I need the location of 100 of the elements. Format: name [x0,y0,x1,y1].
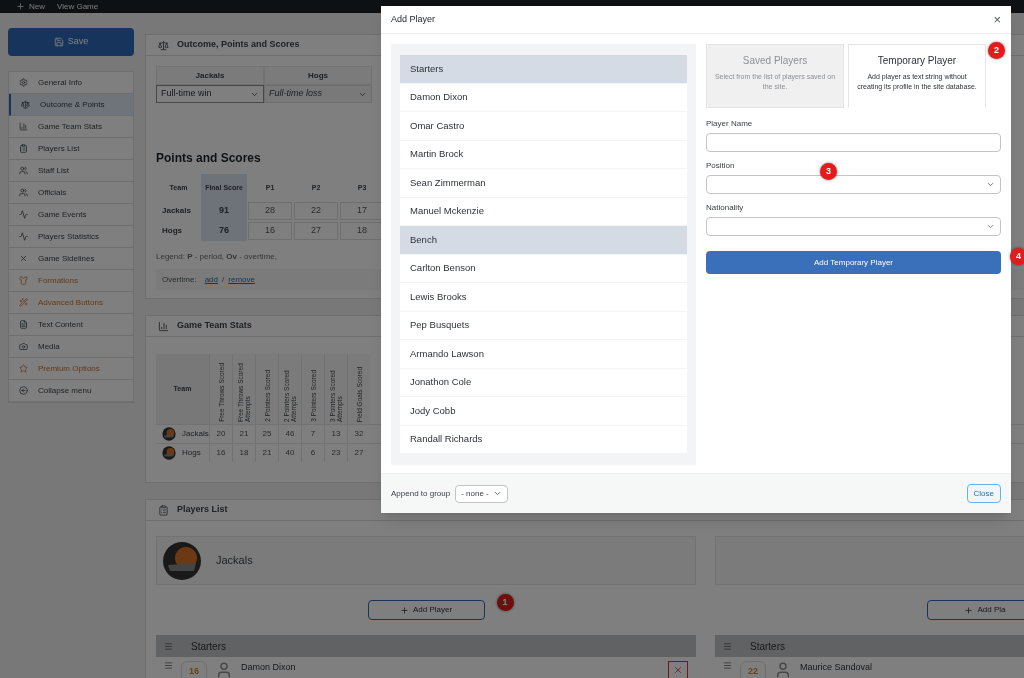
player-item[interactable]: Armando Lawson [400,340,687,368]
outcome-select[interactable]: Full-time win [156,85,264,103]
table-cell: 46 [278,425,301,443]
sidebar-item[interactable]: Game Events [9,204,133,226]
pulse-icon [19,232,28,241]
document-icon [19,320,28,329]
player-item[interactable]: Omar Castro [400,112,687,140]
score-input[interactable]: 16 [248,222,292,240]
score-input[interactable]: 22 [294,202,338,220]
drag-handle-icon[interactable] [164,661,173,670]
section-heading: Points and Scores [156,150,261,167]
team-logo-icon [162,540,202,581]
table-cell: 7 [301,425,324,443]
jersey-number: 16 [181,661,207,678]
player-item[interactable]: Pep Busquets [400,311,687,339]
group-title: Starters [750,639,785,654]
shirt-icon [19,276,28,285]
scale-icon [21,100,30,109]
step-badge: 3 [820,163,837,180]
modal-title: Add Player [391,12,436,26]
jersey-number: 22 [740,661,766,678]
star-icon [19,364,28,373]
drag-handle-icon[interactable] [723,641,732,651]
sidebar-item[interactable]: Game Team Stats [9,116,133,138]
top-bar-link[interactable]: View Game [57,0,99,13]
clipboard-icon [158,504,169,516]
sidebar-item[interactable]: Media [9,336,133,358]
table-cell: 40 [278,444,301,462]
player-item[interactable]: Martin Brock [400,140,687,168]
sidebar-item[interactable]: Outcome & Points [9,94,133,116]
sidebar-item[interactable]: Formations [9,270,133,292]
table-cell: 21 [255,444,278,462]
drag-handle-icon[interactable] [723,661,732,670]
player-item[interactable]: Jonathon Cole [400,368,687,396]
step-badge: 1 [496,594,514,611]
team-name: Hogs [182,447,201,459]
player-item[interactable]: Carlton Benson [400,254,687,282]
sidebar-item[interactable]: Premium Options [9,358,133,380]
table-cell: 20 [209,425,232,443]
player-item[interactable]: Sean Zimmerman [400,169,687,197]
close-button[interactable]: × [993,13,1001,26]
users-icon [19,166,28,175]
team-logo-icon [162,427,176,441]
player-item[interactable]: Damon Dixon [400,83,687,111]
player-item[interactable]: Randall Richards [400,425,687,453]
sidebar-item[interactable]: Players Statistics [9,226,133,248]
users-icon [19,188,28,197]
tab-title: Saved Players [742,54,808,68]
table-cell: 6 [301,444,324,462]
top-bar-link[interactable]: New [16,0,45,13]
chevron-down-icon [986,222,995,231]
remove-button[interactable] [668,661,688,678]
text-field[interactable] [706,133,1001,152]
bar-chart-icon [19,122,28,131]
select-field[interactable] [706,217,1001,236]
remove-link[interactable]: remove [228,273,255,286]
sidebar-item[interactable]: Staff List [9,160,133,182]
group-select[interactable]: - none - [455,484,508,503]
table-cell: 25 [255,425,278,443]
sidebar-item[interactable]: Advanced Buttons [9,292,133,314]
field-label: Position [706,160,735,172]
player-item[interactable]: Jody Cobb [400,397,687,425]
score-input[interactable]: 28 [248,202,292,220]
add-link[interactable]: add [204,273,219,286]
add-player-button[interactable]: Add Pla [926,600,1024,620]
group-item[interactable]: Starters [400,55,687,83]
sidebar-item[interactable]: Text Content [9,314,133,336]
pulse-icon [19,210,28,219]
sidebar-item[interactable]: Collapse menu [9,380,133,402]
player-item[interactable]: Lewis Brooks [400,283,687,311]
scale-icon [158,39,169,51]
table-cell: 18 [232,444,255,462]
gear-icon [19,78,28,87]
sidebar-item[interactable]: Players List [9,138,133,160]
field-label: Nationality [706,202,744,214]
plus-icon [16,2,25,11]
team-name: Jackals [182,428,209,440]
close-button[interactable]: Close [966,484,1001,503]
table-cell: 21 [232,425,255,443]
team-name: Hogs [161,225,183,237]
group-item[interactable]: Bench [400,226,687,254]
separator-text: / [222,273,225,286]
close-icon [673,665,683,675]
team-logo-icon [162,446,176,460]
final-score-cell: 76 [201,221,247,241]
score-input[interactable]: 17 [340,202,384,220]
save-button[interactable]: Save [8,28,134,56]
avatar-icon [215,661,233,678]
drag-handle-icon[interactable] [164,641,173,651]
step-badge: 2 [988,42,1005,59]
select-field[interactable] [706,175,1001,194]
player-item[interactable]: Manuel Mckenzie [400,197,687,225]
sidebar-item[interactable]: Officials [9,182,133,204]
sidebar-item[interactable]: Game Sidelines [9,248,133,270]
score-input[interactable]: 27 [294,222,338,240]
chevron-down-icon [492,489,502,498]
cross-icon [19,254,28,263]
table-cell: 32 [347,425,370,443]
score-input[interactable]: 18 [340,222,384,240]
legend-text: Legend: P - period, Ov - overtime, [156,251,277,263]
